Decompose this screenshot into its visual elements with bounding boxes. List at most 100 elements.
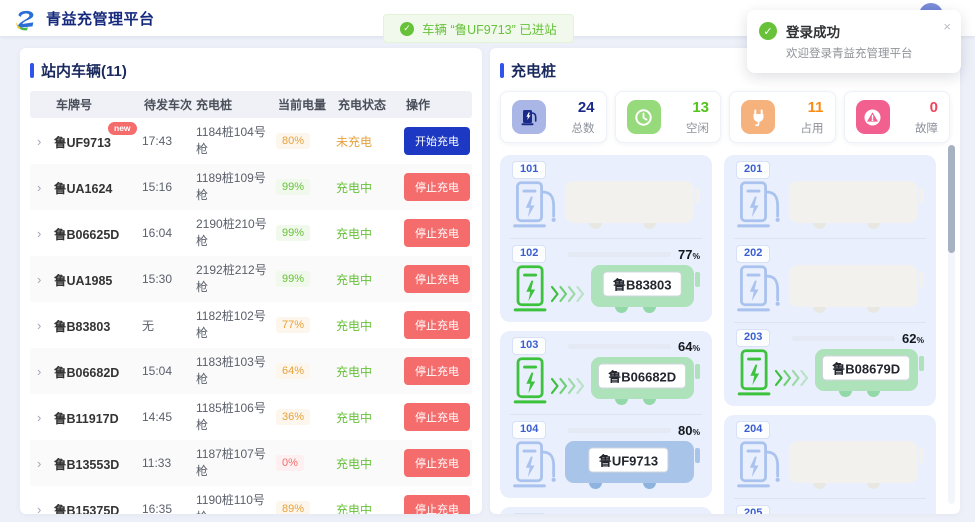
stat-value: 11	[808, 99, 824, 116]
vehicle-table-row: ›鲁B06625D16:042190桩210号枪99%充电中停止充电	[30, 210, 472, 256]
battery-cell: 77%	[276, 317, 336, 333]
vehicle-plate: 鲁B15375D	[54, 500, 142, 515]
bus: 鲁UF9713	[565, 441, 700, 489]
vehicle-table-row: ›鲁B13553D11:331187桩107号枪0%充电中停止充电	[30, 440, 472, 486]
charging-pile-icon	[512, 179, 560, 231]
battery-progress: 77%	[568, 247, 700, 262]
charging-pile-icon	[736, 263, 784, 315]
charge-status: 充电中	[336, 501, 404, 515]
next-trip-time: 11:33	[142, 456, 194, 470]
toast-message: 车辆 “鲁UF9713” 已进站	[422, 19, 557, 38]
next-trip-time: 16:04	[142, 226, 194, 240]
stop-charging-button[interactable]: 停止充电	[404, 311, 470, 339]
stat-label: 空闲	[686, 120, 709, 136]
vehicle-table-row: ›鲁UA198515:302192桩212号枪99%充电中停止充电	[30, 256, 472, 302]
pile-column: 101 102 77% 鲁B83803 103 6	[500, 155, 712, 514]
pile-gun-label: 1182桩102号枪	[194, 304, 276, 346]
row-expand-icon[interactable]: ›	[30, 226, 54, 241]
alert-icon	[856, 100, 890, 134]
plug-icon	[741, 100, 775, 134]
battery-percent: 64%	[678, 339, 700, 354]
stat-card-total: 24总数	[500, 91, 607, 143]
row-expand-icon[interactable]: ›	[30, 410, 54, 425]
next-trip-time: 15:16	[142, 180, 194, 194]
vehicle-table-row: ›鲁B83803无1182桩102号枪77%充电中停止充电	[30, 302, 472, 348]
stop-charging-button[interactable]: 停止充电	[404, 265, 470, 293]
vehicle-plate: 鲁B06625D	[54, 224, 142, 243]
row-expand-icon[interactable]: ›	[30, 134, 54, 149]
battery-percent: 80%	[678, 423, 700, 438]
pile-row-202: 202	[734, 238, 926, 322]
charging-arrows-icon	[551, 377, 585, 395]
pile-row-101: 101	[510, 155, 702, 238]
charging-pile-icon	[736, 439, 784, 491]
battery-cell: 99%	[276, 271, 336, 287]
row-expand-icon[interactable]: ›	[30, 502, 54, 515]
pile-row-104: 104 80% 鲁UF9713	[510, 414, 702, 498]
col-action: 操作	[404, 96, 472, 113]
row-expand-icon[interactable]: ›	[30, 318, 54, 333]
vehicle-table-row: ›鲁B15375D16:351190桩110号枪89%充电中停止充电	[30, 486, 472, 514]
charging-pile-icon	[736, 347, 774, 399]
login-success-popup: ✓ 登录成功 欢迎登录青益充管理平台 ×	[747, 10, 961, 73]
pile-id-badge: 204	[736, 421, 770, 439]
charge-status: 充电中	[336, 455, 404, 472]
success-check-icon: ✓	[759, 22, 777, 40]
pile-gun-label: 1190桩110号枪	[194, 488, 276, 514]
stat-label: 占用	[801, 120, 824, 136]
bus-ghost	[789, 265, 924, 313]
pile-id-badge: 202	[736, 245, 770, 263]
next-trip-time: 16:35	[142, 502, 194, 514]
stop-charging-button[interactable]: 停止充电	[404, 495, 470, 514]
vehicles-table-body: ›鲁UF9713new17:431184桩104号枪80%未充电开始充电›鲁UA…	[30, 118, 472, 514]
pile-gun-label: 2192桩212号枪	[194, 258, 276, 300]
pile-card: 103 64% 鲁B06682D 104 80%	[500, 331, 712, 498]
popup-title: 登录成功	[786, 21, 913, 41]
start-charging-button[interactable]: 开始充电	[404, 127, 470, 155]
stop-charging-button[interactable]: 停止充电	[404, 219, 470, 247]
battery-cell: 36%	[276, 409, 336, 425]
stop-charging-button[interactable]: 停止充电	[404, 357, 470, 385]
vehicle-plate: 鲁UA1985	[54, 270, 142, 289]
title-accent-bar	[30, 63, 34, 78]
bus-plate: 鲁B08679D	[822, 356, 910, 381]
pile-row-205: 205	[734, 498, 926, 514]
clock-icon	[627, 100, 661, 134]
stop-charging-button[interactable]: 停止充电	[404, 173, 470, 201]
panel-title-text: 充电桩	[511, 60, 556, 81]
battery-cell: 64%	[276, 363, 336, 379]
pile-gun-label: 2190桩210号枪	[194, 212, 276, 254]
stop-charging-button[interactable]: 停止充电	[404, 449, 470, 477]
battery-progress: 64%	[568, 339, 700, 354]
new-badge: new	[108, 122, 137, 135]
bus-ghost	[789, 181, 924, 229]
panel-title-text: 站内车辆(11)	[41, 60, 127, 81]
pile-id-badge: 103	[512, 337, 546, 355]
bus-ghost	[789, 441, 924, 489]
pile-row-201: 201	[734, 155, 926, 238]
vehicle-plate: 鲁B06682D	[54, 362, 142, 381]
charge-status: 充电中	[336, 317, 404, 334]
charging-arrows-icon	[775, 369, 809, 387]
stat-value: 13	[692, 99, 709, 116]
bus-plate: 鲁B06682D	[598, 364, 686, 389]
row-expand-icon[interactable]: ›	[30, 364, 54, 379]
battery-cell: 89%	[276, 501, 336, 514]
next-trip-time: 15:30	[142, 272, 194, 286]
pile-id-badge: 102	[512, 245, 546, 263]
success-check-icon: ✓	[400, 22, 414, 36]
row-expand-icon[interactable]: ›	[30, 456, 54, 471]
row-expand-icon[interactable]: ›	[30, 272, 54, 287]
scrollbar-thumb[interactable]	[948, 145, 955, 253]
charge-status: 充电中	[336, 271, 404, 288]
vehicle-arrival-toast: ✓ 车辆 “鲁UF9713” 已进站	[383, 14, 574, 43]
stop-charging-button[interactable]: 停止充电	[404, 403, 470, 431]
close-icon[interactable]: ×	[943, 19, 951, 34]
scrollbar-track	[948, 145, 955, 504]
stat-card-idle: 13 空闲	[615, 91, 722, 143]
pile-id-badge: 205	[736, 505, 770, 514]
bus-body	[789, 265, 918, 307]
battery-cell: 99%	[276, 179, 336, 195]
pile-row-103: 103 64% 鲁B06682D	[510, 331, 702, 414]
row-expand-icon[interactable]: ›	[30, 180, 54, 195]
